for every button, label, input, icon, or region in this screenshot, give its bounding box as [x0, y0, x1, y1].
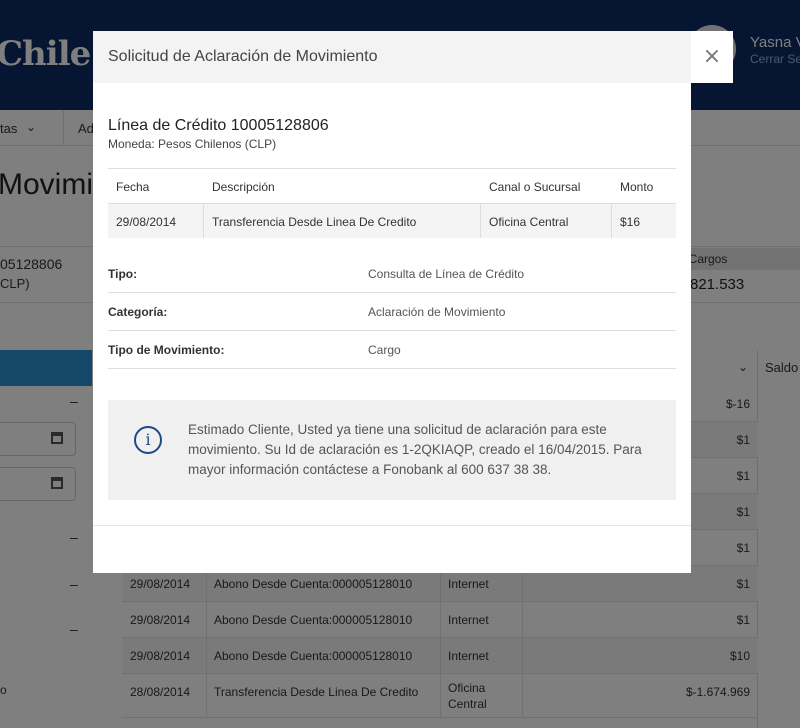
modal-title: Solicitud de Aclaración de Movimiento	[108, 48, 378, 65]
credit-line-title: Línea de Crédito 10005128806	[108, 117, 329, 134]
modal-header: Solicitud de Aclaración de Movimiento ×	[93, 31, 733, 83]
column-header-canal: Canal o Sucursal	[489, 180, 581, 194]
detail-row-categoria: Categoría: Aclaración de Movimiento	[108, 293, 676, 331]
detail-row-tipo-movimiento: Tipo de Movimiento: Cargo	[108, 331, 676, 369]
column-divider	[203, 204, 204, 238]
movement-table: Fecha Descripción Canal o Sucursal Monto…	[108, 168, 676, 238]
column-header-descripcion: Descripción	[212, 180, 275, 194]
info-alert: i Estimado Cliente, Usted ya tiene una s…	[108, 400, 676, 500]
column-header-fecha: Fecha	[116, 180, 150, 194]
close-icon[interactable]: ×	[691, 31, 733, 83]
cell-description: Transferencia Desde Linea De Credito	[212, 215, 417, 229]
detail-value: Consulta de Línea de Crédito	[368, 267, 525, 281]
column-divider	[480, 204, 481, 238]
detail-label: Tipo de Movimiento:	[108, 343, 225, 357]
detail-row-tipo: Tipo: Consulta de Línea de Crédito	[108, 255, 676, 293]
table-header: Fecha Descripción Canal o Sucursal Monto	[108, 168, 676, 204]
credit-line-currency: Moneda: Pesos Chilenos (CLP)	[108, 137, 277, 151]
cell-channel: Oficina Central	[489, 215, 569, 229]
cell-date: 29/08/2014	[116, 215, 177, 229]
info-message: Estimado Cliente, Usted ya tiene una sol…	[188, 422, 642, 477]
detail-value: Aclaración de Movimiento	[368, 305, 506, 319]
detail-value: Cargo	[368, 343, 401, 357]
column-header-monto: Monto	[620, 180, 654, 194]
detail-label: Categoría:	[108, 305, 168, 319]
column-divider	[611, 204, 612, 238]
detail-label: Tipo:	[108, 267, 138, 281]
cell-amount: $16	[620, 215, 641, 229]
table-row: 29/08/2014 Transferencia Desde Linea De …	[108, 204, 676, 238]
info-icon: i	[134, 426, 162, 454]
modal-footer-divider	[93, 525, 691, 526]
clarification-request-modal: Solicitud de Aclaración de Movimiento × …	[93, 31, 733, 573]
